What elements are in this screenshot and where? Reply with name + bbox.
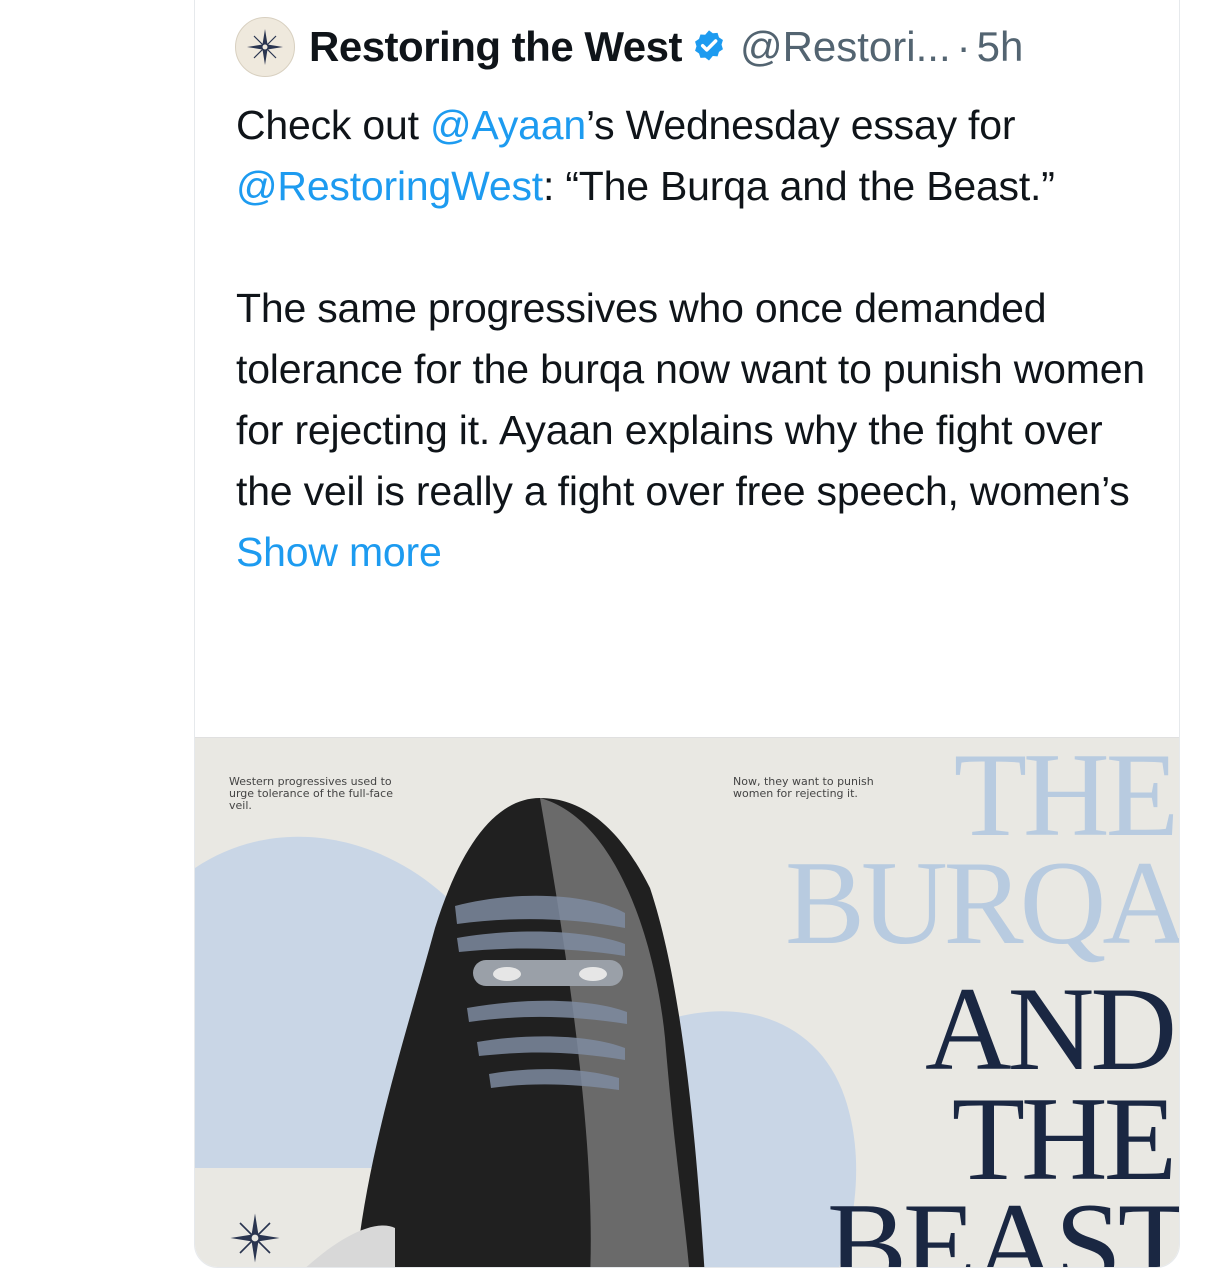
tweet-text: Check out @Ayaan’s Wednesday essay for @… bbox=[236, 95, 1156, 583]
title-word: AND bbox=[925, 962, 1177, 1095]
show-more-link[interactable]: Show more bbox=[236, 529, 442, 575]
tweet-media-image[interactable]: Western progressives used to urge tolera… bbox=[195, 737, 1179, 1268]
tweet-card[interactable]: Restoring the West @Restori... · 5h Chec… bbox=[194, 0, 1180, 1268]
tweet-paragraph-2: The same progressives who once demanded … bbox=[236, 278, 1156, 583]
tweet-paragraph-1: Check out @Ayaan’s Wednesday essay for @… bbox=[236, 95, 1156, 217]
tweet-timestamp[interactable]: 5h bbox=[977, 23, 1024, 71]
text-segment: ’s Wednesday essay for bbox=[585, 102, 1016, 148]
title-word: BEAST bbox=[826, 1178, 1179, 1268]
mention-ayaan-link[interactable]: @Ayaan bbox=[430, 102, 586, 148]
author-handle[interactable]: @Restori... bbox=[740, 23, 951, 71]
title-word: BURQA bbox=[784, 836, 1179, 969]
author-name[interactable]: Restoring the West bbox=[309, 23, 682, 71]
text-segment: : “The Burqa and the Beast.” bbox=[542, 163, 1055, 209]
media-caption-right: Now, they want to punish women for rejec… bbox=[733, 775, 874, 800]
media-caption-left: Western progressives used to urge tolera… bbox=[229, 775, 393, 812]
text-segment: Check out bbox=[236, 102, 430, 148]
title-word: THE bbox=[953, 737, 1179, 861]
compass-star-icon bbox=[230, 1213, 280, 1263]
avatar[interactable] bbox=[235, 17, 295, 77]
compass-star-icon bbox=[247, 29, 283, 65]
mention-restoringwest-link[interactable]: @RestoringWest bbox=[236, 163, 543, 209]
text-segment: The same progressives who once demanded … bbox=[236, 285, 1145, 514]
verified-badge-icon bbox=[690, 28, 728, 66]
separator-dot: · bbox=[956, 23, 971, 70]
tweet-header: Restoring the West @Restori... · 5h bbox=[235, 17, 1023, 77]
